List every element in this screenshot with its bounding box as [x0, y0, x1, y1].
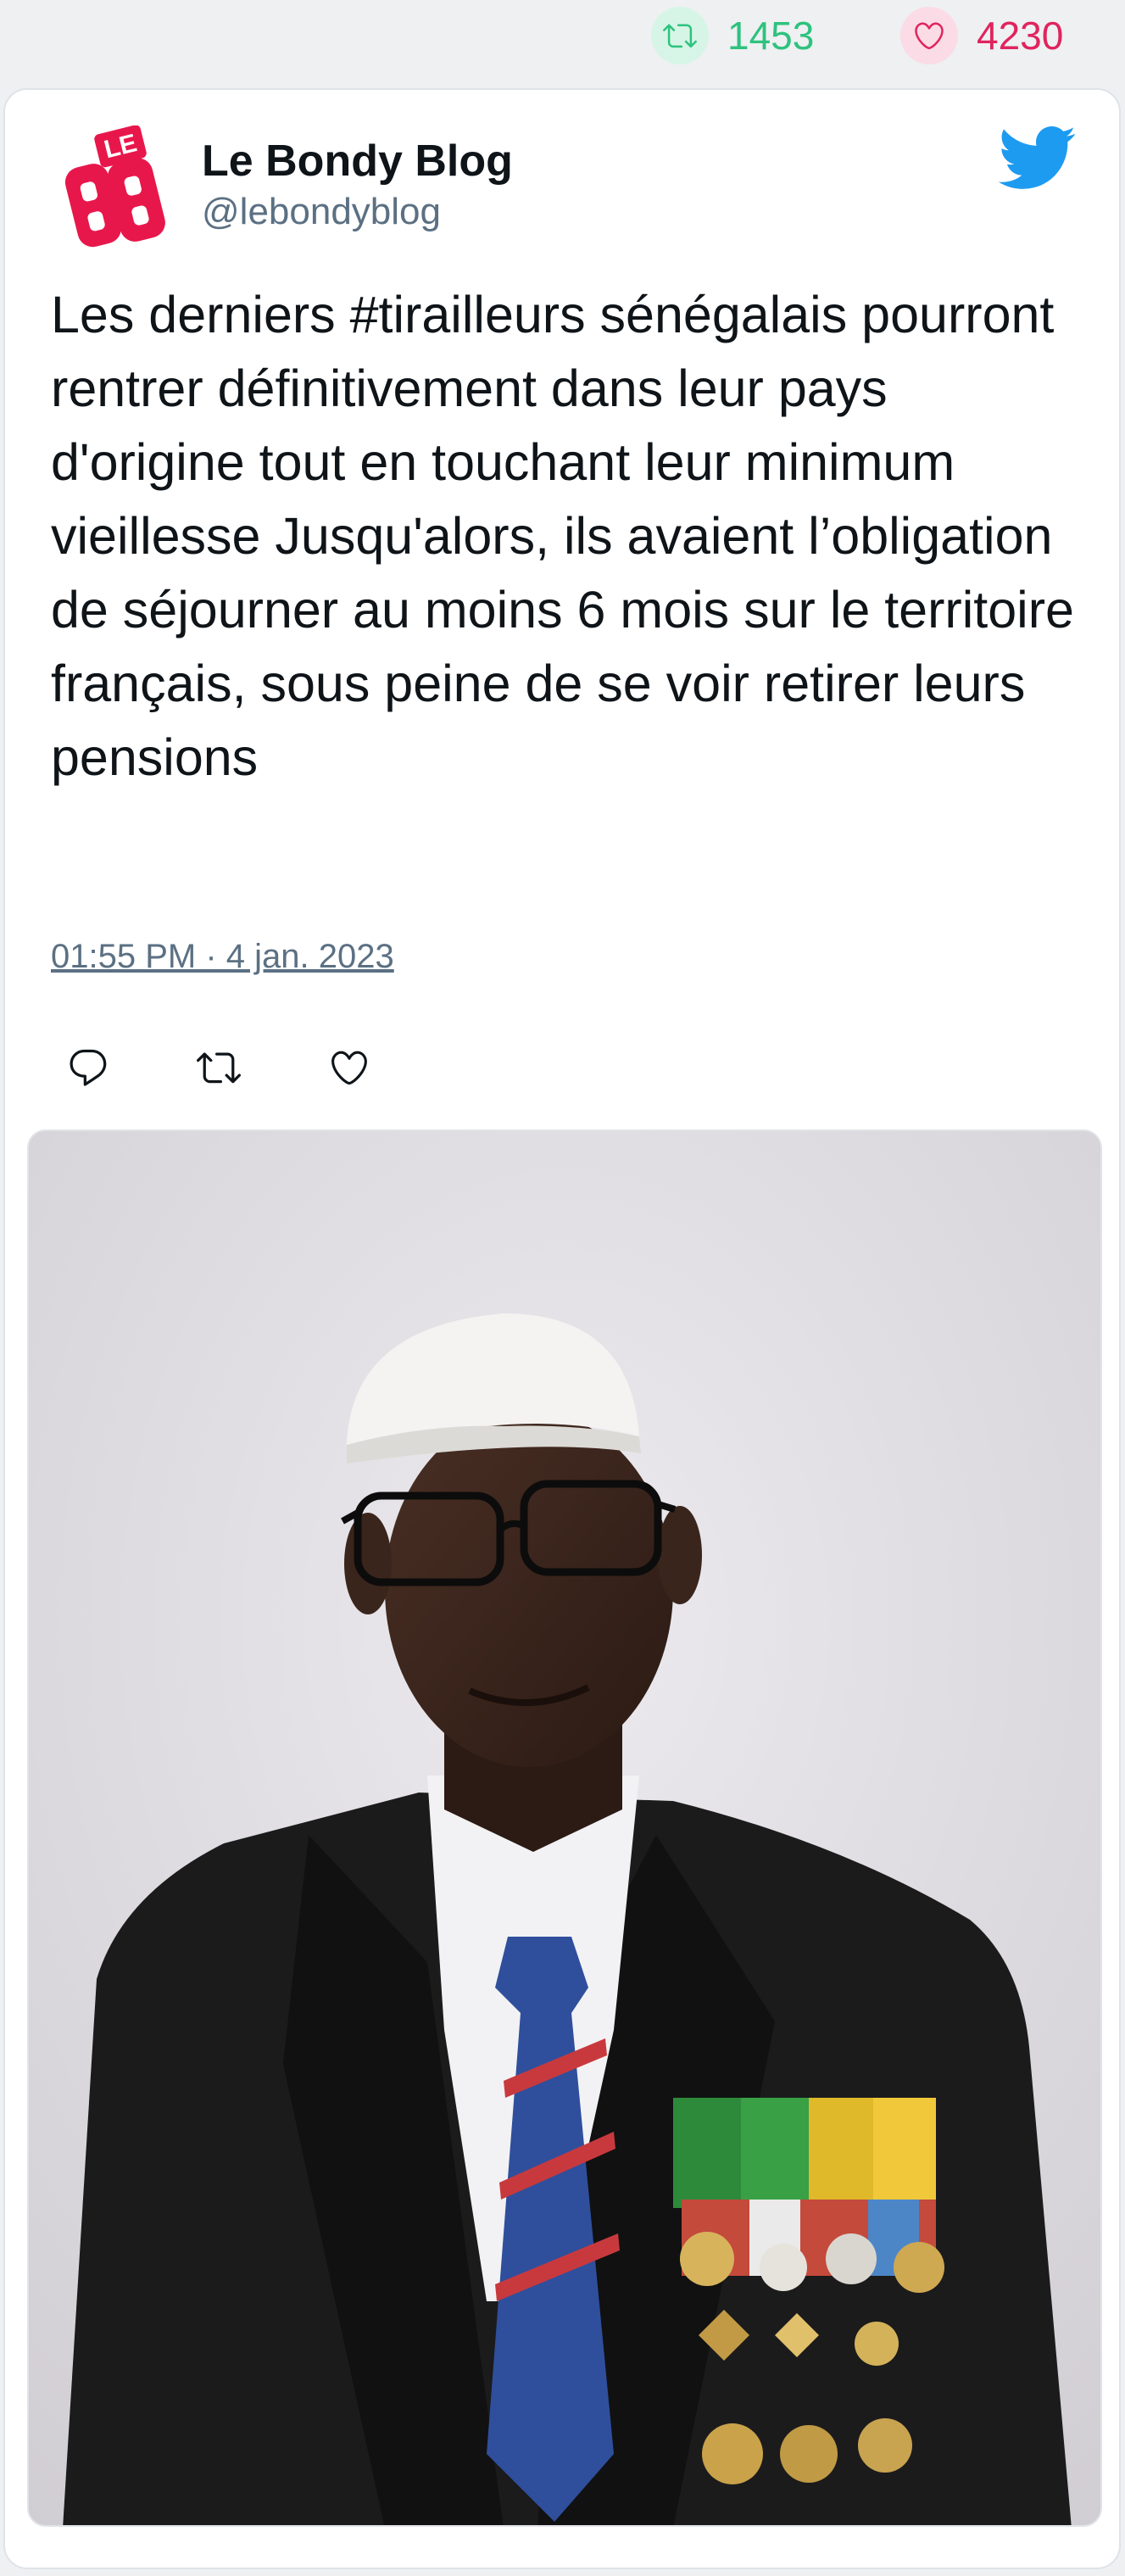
tweet-actions: [63, 1038, 454, 1097]
like-count-stat: 4230: [900, 7, 1064, 64]
le-bondy-blog-logo: LE: [64, 125, 165, 248]
retweet-count: 1453: [727, 14, 815, 58]
veteran-portrait-image: [29, 1131, 1100, 2525]
tweet-card[interactable]: LE Le Bondy Blog @lebondyblog Les dernie…: [3, 88, 1121, 2569]
author-avatar[interactable]: LE: [58, 125, 168, 253]
reply-icon[interactable]: [63, 1042, 114, 1093]
tweet-timestamp-link[interactable]: 01:55 PM · 4 jan. 2023: [51, 940, 394, 973]
retweet-icon: [651, 7, 709, 64]
heart-icon: [900, 7, 958, 64]
author-handle[interactable]: @lebondyblog: [202, 193, 441, 231]
tweet-photo[interactable]: [27, 1129, 1102, 2527]
retweet-count-stat: 1453: [651, 7, 815, 64]
engagement-bar: 1453 4230: [0, 0, 1125, 81]
tweet-text: Les derniers #tirailleurs sénégalais pou…: [51, 286, 1074, 786]
like-action-icon[interactable]: [324, 1042, 375, 1093]
retweet-action-icon[interactable]: [193, 1042, 244, 1093]
twitter-bird-icon[interactable]: [995, 124, 1077, 192]
author-name[interactable]: Le Bondy Blog: [202, 139, 513, 183]
like-count: 4230: [977, 14, 1064, 58]
